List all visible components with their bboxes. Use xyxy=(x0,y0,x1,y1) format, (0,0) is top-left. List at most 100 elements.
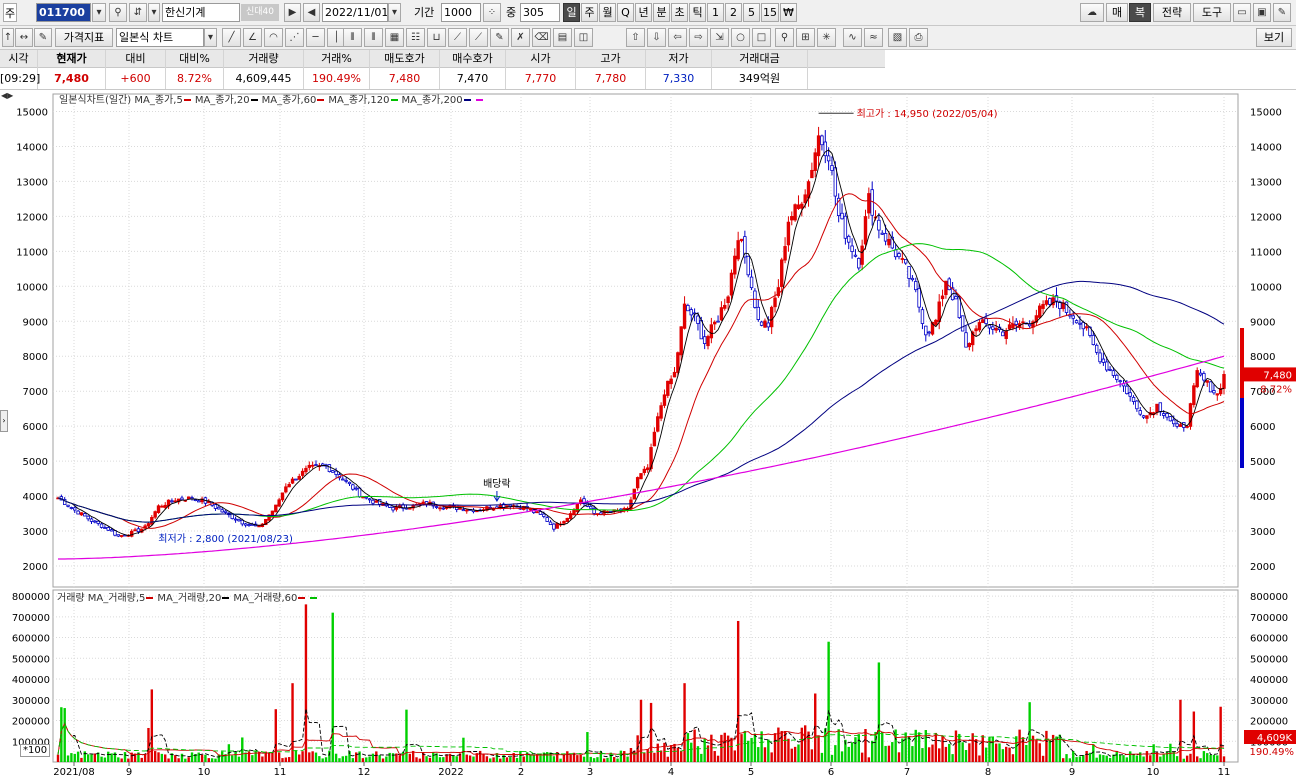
next-arrow-icon[interactable]: ▶ xyxy=(284,3,301,22)
price-tick-label: 10000 xyxy=(16,282,48,293)
crosshair-icon[interactable]: ✳ xyxy=(817,28,836,47)
cycle-icon[interactable]: ⊔ xyxy=(427,28,446,47)
side-panel-toggle-icon[interactable]: › xyxy=(0,410,8,432)
quote-value: 7,330 xyxy=(646,68,712,89)
interval-button[interactable]: 5 xyxy=(743,3,760,22)
quote-header: 매수호가 xyxy=(440,50,506,68)
indicator-wave-icon[interactable]: ∿ xyxy=(843,28,862,47)
period-label: 기간 xyxy=(414,6,435,19)
zoom-icon[interactable]: ⚲ xyxy=(775,28,794,47)
volume-tick-label: 800000 xyxy=(12,592,50,603)
volume-bar xyxy=(311,751,314,762)
sort-icon[interactable]: ⇵ xyxy=(129,3,147,22)
candle-body xyxy=(947,278,951,291)
interval-button[interactable]: 월 xyxy=(599,3,616,22)
line-tool-icon[interactable]: ╱ xyxy=(222,28,241,47)
save-icon[interactable]: ▣ xyxy=(1253,3,1271,22)
chart-type-select[interactable]: 일본식 차트 xyxy=(116,28,204,47)
move-down-icon[interactable]: ⇩ xyxy=(647,28,666,47)
grid-icon[interactable]: ▦ xyxy=(385,28,404,47)
volume-scale-button[interactable]: *100 xyxy=(20,744,51,757)
interval-button[interactable]: 일 xyxy=(563,3,580,22)
count-input[interactable]: 305 xyxy=(520,3,560,22)
fan-tool-icon[interactable]: ⋰ xyxy=(285,28,304,47)
object-icon[interactable]: ◫ xyxy=(574,28,593,47)
cloud-icon[interactable]: ☁ xyxy=(1080,3,1104,22)
tools-button[interactable]: 도구 xyxy=(1193,3,1231,22)
volume-bar xyxy=(1041,755,1045,762)
period-icon[interactable]: ⦀ xyxy=(364,28,383,47)
chart-expand-icon[interactable]: ◀▶ xyxy=(1,90,15,101)
circle-tool-icon[interactable]: ○ xyxy=(731,28,750,47)
price-tick-label: 13000 xyxy=(16,177,48,188)
volume-bar xyxy=(978,755,981,762)
volume-bar xyxy=(877,662,881,762)
up-arrow-icon[interactable]: ↑ xyxy=(2,28,14,47)
interval-button[interactable]: 틱 xyxy=(689,3,706,22)
note-icon[interactable]: ▤ xyxy=(553,28,572,47)
interval-button[interactable]: 1 xyxy=(707,3,724,22)
edit-icon[interactable]: ✎ xyxy=(34,28,52,47)
interval-button[interactable]: 분 xyxy=(653,3,670,22)
chart-area[interactable]: 2000 2000 3000 3000 4000 4000 5000 5000 6000 6000… xyxy=(0,90,1296,777)
angle-tool-icon[interactable]: ∠ xyxy=(243,28,262,47)
volume-bar xyxy=(934,732,938,762)
volume-bar xyxy=(401,751,405,762)
move-up-icon[interactable]: ⇧ xyxy=(626,28,645,47)
date-field[interactable]: 2022/11/01 xyxy=(322,3,388,22)
interval-button[interactable]: Q xyxy=(617,3,634,22)
trend-icon[interactable]: ⟋ xyxy=(448,28,467,47)
image-icon[interactable]: ▧ xyxy=(888,28,907,47)
print-icon[interactable]: ⎙ xyxy=(909,28,928,47)
settings-icon[interactable]: ✎ xyxy=(1273,3,1291,22)
volume-bar xyxy=(747,740,750,762)
fibonacci-icon[interactable]: ⦀ xyxy=(343,28,362,47)
search-icon[interactable]: ⚲ xyxy=(109,3,127,22)
eraser-icon[interactable]: ⌫ xyxy=(532,28,551,47)
price-volume-chart[interactable]: 2000 2000 3000 3000 4000 4000 5000 5000 6000 6000… xyxy=(0,90,1296,777)
candle-body xyxy=(1205,380,1209,383)
magnet-icon[interactable]: ⊞ xyxy=(796,28,815,47)
rectangle-tool-icon[interactable]: □ xyxy=(752,28,771,47)
interval-button[interactable]: 15 xyxy=(761,3,779,22)
market-prefix[interactable]: 주 xyxy=(3,3,17,22)
last-volume-tag: 4,609K xyxy=(1257,733,1293,744)
multi-button[interactable]: 복 xyxy=(1129,3,1151,22)
sort-dropdown-icon[interactable]: ▾ xyxy=(148,3,160,22)
move-left-icon[interactable]: ⇦ xyxy=(668,28,687,47)
indicator-button[interactable]: 가격지표 xyxy=(55,28,113,47)
strategy-button[interactable]: 전략 xyxy=(1153,3,1191,22)
buy-sell-button[interactable]: 매 xyxy=(1106,3,1128,22)
stock-name-field[interactable]: 한신기계 xyxy=(162,3,240,22)
horizontal-line-icon[interactable]: ─ xyxy=(306,28,325,47)
x-axis-label: 9 xyxy=(1069,767,1075,777)
export-icon[interactable]: ⇲ xyxy=(710,28,729,47)
candle-body xyxy=(314,464,318,466)
candle-body xyxy=(739,238,744,242)
volume-bar xyxy=(1219,706,1222,762)
expand-horizontal-icon[interactable]: ↔ xyxy=(15,28,33,47)
interval-button[interactable]: ₩ xyxy=(780,3,797,22)
table-icon[interactable]: ☷ xyxy=(406,28,425,47)
pen-icon[interactable]: ✎ xyxy=(490,28,509,47)
interval-button[interactable]: 년 xyxy=(635,3,652,22)
period-config-icon[interactable]: ⁘ xyxy=(483,3,501,22)
interval-button[interactable]: 2 xyxy=(725,3,742,22)
folder-icon[interactable]: ▭ xyxy=(1233,3,1251,22)
period-input[interactable]: 1000 xyxy=(441,3,481,22)
chart-type-dropdown-icon[interactable]: ▾ xyxy=(204,28,217,47)
code-dropdown-icon[interactable]: ▾ xyxy=(92,3,106,22)
arc-tool-icon[interactable]: ◠ xyxy=(264,28,283,47)
interval-button[interactable]: 주 xyxy=(581,3,598,22)
compare-icon[interactable]: ≈ xyxy=(864,28,883,47)
stock-code-input[interactable]: 011700 xyxy=(36,3,91,22)
interval-button[interactable]: 초 xyxy=(671,3,688,22)
date-dropdown-icon[interactable]: ▾ xyxy=(388,3,401,22)
speed-line-icon[interactable]: ⟋ xyxy=(469,28,488,47)
move-right-icon[interactable]: ⇨ xyxy=(689,28,708,47)
marker-icon[interactable]: ✗ xyxy=(511,28,530,47)
prev-arrow-icon[interactable]: ◀ xyxy=(303,3,320,22)
candle-body xyxy=(1125,385,1129,395)
volume-bar xyxy=(1202,751,1206,762)
view-button[interactable]: 보기 xyxy=(1256,28,1292,47)
